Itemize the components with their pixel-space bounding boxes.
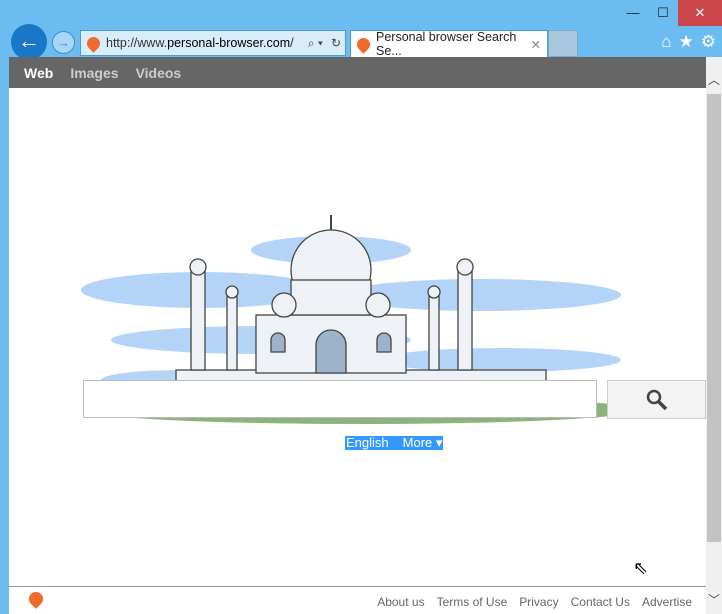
window-controls: — ☐ ✕ (618, 0, 722, 26)
footer-privacy-link[interactable]: Privacy (519, 595, 558, 609)
refresh-icon[interactable]: ↻ (331, 36, 341, 50)
mouse-cursor-icon: ⇖ (633, 558, 649, 578)
footer-links: About us Terms of Use Privacy Contact Us… (377, 595, 692, 609)
footer-terms-link[interactable]: Terms of Use (437, 595, 508, 609)
search-input[interactable] (83, 380, 597, 418)
maximize-button[interactable]: ☐ (648, 0, 678, 26)
minimize-button[interactable]: — (618, 0, 648, 26)
language-selector: English More ▾ (345, 436, 444, 450)
new-tab-button[interactable] (548, 30, 578, 57)
site-favicon-icon (84, 33, 103, 53)
footer: About us Terms of Use Privacy Contact Us… (9, 586, 706, 614)
address-bar[interactable]: http://www.personal-browser.com/ ⌕ ▾ ↻ (80, 30, 346, 56)
nav-images[interactable]: Images (70, 65, 118, 81)
language-more[interactable]: More ▾ (403, 436, 443, 450)
scrollbar-thumb[interactable] (707, 94, 721, 542)
personal-search-logo[interactable] (26, 589, 46, 609)
url-suffix: / (290, 36, 294, 50)
vertical-scrollbar[interactable]: ︿ ﹀ (706, 57, 722, 614)
toolbar: ⌂ ★ ⚙ (661, 32, 716, 52)
address-url[interactable]: http://www.personal-browser.com/ (106, 36, 304, 50)
search-icon[interactable]: ⌕ ▾ (308, 36, 323, 51)
search-nav: Web Images Videos (9, 57, 706, 88)
url-prefix: http://www. (106, 36, 168, 50)
footer-about-link[interactable]: About us (377, 595, 424, 609)
language-english[interactable]: English (346, 436, 389, 450)
footer-advertise-link[interactable]: Advertise (642, 595, 692, 609)
nav-videos[interactable]: Videos (136, 65, 182, 81)
favorites-star-icon[interactable]: ★ (679, 32, 694, 52)
back-button[interactable]: ← (11, 24, 47, 60)
close-button[interactable]: ✕ (678, 0, 722, 26)
scroll-up-icon[interactable]: ︿ (706, 71, 722, 88)
page-content: Web Images Videos English More ▾ About u… (9, 57, 706, 614)
tab-close-icon[interactable]: ✕ (531, 37, 541, 52)
tab-active[interactable]: Personal browser Search Se... ✕ (350, 30, 548, 58)
tab-title: Personal browser Search Se... (376, 30, 517, 58)
gear-icon[interactable]: ⚙ (701, 32, 716, 52)
search-button[interactable] (607, 380, 706, 419)
url-domain: personal-browser.com (167, 36, 291, 50)
footer-contact-link[interactable]: Contact Us (571, 595, 630, 609)
scroll-down-icon[interactable]: ﹀ (706, 591, 722, 608)
forward-button[interactable]: → (52, 31, 75, 54)
nav-web[interactable]: Web (24, 65, 53, 81)
home-icon[interactable]: ⌂ (661, 32, 671, 52)
tab-favicon-icon (354, 34, 373, 54)
magnifier-icon (646, 389, 667, 410)
